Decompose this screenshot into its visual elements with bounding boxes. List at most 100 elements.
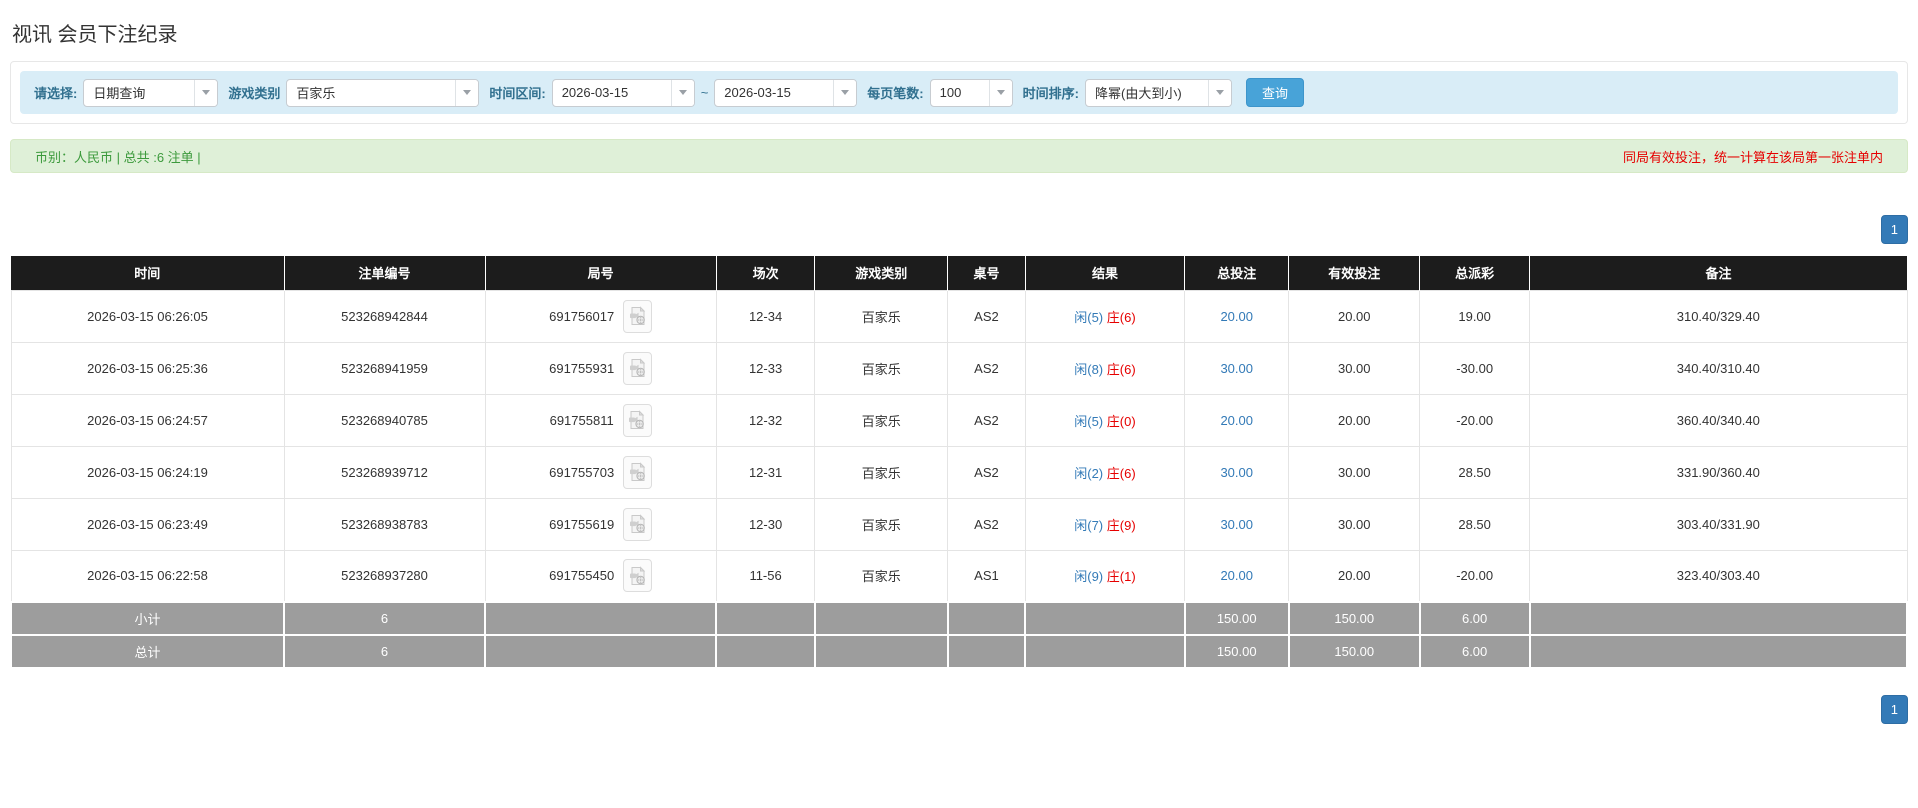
result-banker: 庄(0) xyxy=(1106,413,1136,429)
cell-table-id: AS1 xyxy=(947,549,1026,603)
header-round-id: 局号 xyxy=(485,256,717,290)
subtotal-payout: 6.00 xyxy=(1418,601,1531,636)
time-sort-select[interactable]: 降幂(由大到小) xyxy=(1084,78,1232,107)
total-label: 总计 xyxy=(9,634,286,669)
video-replay-button[interactable] xyxy=(623,507,653,541)
cell-result: 闲(9) 庄(1) xyxy=(1024,549,1186,603)
cell-total-bet: 20.00 xyxy=(1184,393,1290,447)
cell-game-type: 百家乐 xyxy=(814,549,949,603)
cell-payout: 28.50 xyxy=(1419,497,1531,551)
query-type-label: 请选择: xyxy=(34,86,78,101)
cell-session: 12-34 xyxy=(715,289,816,343)
cell-valid-bet: 20.00 xyxy=(1288,393,1421,447)
cell-result: 闲(7) 庄(9) xyxy=(1024,497,1186,551)
result-player: 闲(2) xyxy=(1074,465,1104,481)
cell-bet-id: 523268942844 xyxy=(283,289,486,343)
cell-round-id: 691755703 xyxy=(484,445,717,499)
total-row: 总计 6 150.00 150.00 6.00 xyxy=(9,634,1909,669)
table-header-row: 时间 注单编号 局号 场次 游戏类别 桌号 结果 总投注 有效投注 总派彩 备注 xyxy=(11,256,1907,290)
result-player: 闲(7) xyxy=(1074,517,1104,533)
per-page-select[interactable]: 100 xyxy=(929,78,1013,107)
page-title: 视讯 会员下注纪录 xyxy=(12,24,178,46)
total-payout: 6.00 xyxy=(1418,634,1531,669)
date-to-select[interactable]: 2026-03-15 xyxy=(714,78,858,107)
subtotal-valid-bet: 150.00 xyxy=(1287,601,1421,636)
result-player: 闲(8) xyxy=(1074,361,1104,377)
currency-total-text: 币别：人民币 | 总共 :6 注单 | xyxy=(35,149,201,165)
total-bet-link[interactable]: 20.00 xyxy=(1220,568,1253,583)
film-icon xyxy=(629,410,645,429)
result-player: 闲(5) xyxy=(1074,309,1104,325)
cell-valid-bet: 30.00 xyxy=(1288,497,1421,551)
summary-bar: 币别：人民币 | 总共 :6 注单 | 同局有效投注，统一计算在该局第一张注单内 xyxy=(10,139,1908,173)
result-player: 闲(5) xyxy=(1074,413,1104,429)
game-type-select[interactable]: 百家乐 xyxy=(286,78,480,107)
date-from-dropdown-button[interactable] xyxy=(670,79,694,106)
cell-round-id: 691755619 xyxy=(484,497,717,551)
pagination-top: 1 xyxy=(10,215,1908,244)
game-type-label: 游戏类别 xyxy=(228,86,281,101)
total-bet-link[interactable]: 30.00 xyxy=(1220,361,1253,376)
game-type-value: 百家乐 xyxy=(296,86,336,101)
total-bet-link[interactable]: 30.00 xyxy=(1220,465,1253,480)
date-from-value: 2026-03-15 xyxy=(561,85,629,100)
time-sort-dropdown-button[interactable] xyxy=(1207,79,1231,106)
date-to-value: 2026-03-15 xyxy=(724,85,791,100)
video-replay-button[interactable] xyxy=(623,351,653,385)
total-count: 6 xyxy=(283,634,486,669)
cell-session: 11-56 xyxy=(715,549,816,603)
page-1-button[interactable]: 1 xyxy=(1880,695,1908,724)
round-id-text: 691755619 xyxy=(549,516,615,532)
header-remark: 备注 xyxy=(1529,256,1907,290)
cell-session: 12-32 xyxy=(715,393,816,447)
page-1-button[interactable]: 1 xyxy=(1880,215,1908,244)
video-replay-button[interactable] xyxy=(623,455,653,489)
search-button[interactable]: 查询 xyxy=(1245,78,1304,107)
header-game-type: 游戏类别 xyxy=(814,256,949,290)
cell-valid-bet: 30.00 xyxy=(1288,341,1421,395)
film-icon xyxy=(629,358,645,377)
cell-payout: -30.00 xyxy=(1419,341,1531,395)
date-to-dropdown-button[interactable] xyxy=(833,79,857,106)
total-bet-link[interactable]: 20.00 xyxy=(1220,413,1253,428)
cell-result: 闲(5) 庄(0) xyxy=(1024,393,1186,447)
time-sort-value: 降幂(由大到小) xyxy=(1094,86,1182,101)
per-page-label: 每页笔数: xyxy=(867,86,924,101)
result-banker: 庄(1) xyxy=(1106,569,1136,585)
cell-remark: 310.40/329.40 xyxy=(1529,289,1908,343)
cell-time: 2026-03-15 06:25:36 xyxy=(10,341,285,395)
cell-result: 闲(5) 庄(6) xyxy=(1024,289,1186,343)
total-valid-bet: 150.00 xyxy=(1287,634,1421,669)
date-from-select[interactable]: 2026-03-15 xyxy=(551,78,695,107)
chevron-down-icon xyxy=(841,90,850,95)
time-sort-label: 时间排序: xyxy=(1022,86,1079,101)
table-row: 2026-03-15 06:26:05 523268942844 6917560… xyxy=(10,289,1908,343)
cell-time: 2026-03-15 06:22:58 xyxy=(10,549,285,603)
cell-table-id: AS2 xyxy=(947,341,1026,395)
cell-session: 12-30 xyxy=(715,497,816,551)
video-replay-button[interactable] xyxy=(623,299,653,333)
cell-valid-bet: 20.00 xyxy=(1288,289,1421,343)
page: 视讯 会员下注纪录 请选择: 日期查询 游戏类别 百家乐 时间区间: 2026-… xyxy=(0,0,1918,744)
result-player: 闲(9) xyxy=(1074,569,1104,585)
query-type-value: 日期查询 xyxy=(93,86,146,101)
per-page-dropdown-button[interactable] xyxy=(988,79,1012,106)
film-icon xyxy=(629,462,645,481)
film-icon xyxy=(629,514,645,533)
total-total-bet: 150.00 xyxy=(1183,634,1290,669)
query-type-select[interactable]: 日期查询 xyxy=(83,78,219,107)
total-bet-link[interactable]: 20.00 xyxy=(1220,309,1253,324)
cell-bet-id: 523268937280 xyxy=(283,549,486,603)
cell-bet-id: 523268940785 xyxy=(283,393,486,447)
header-bet-id: 注单编号 xyxy=(284,256,486,290)
video-replay-button[interactable] xyxy=(622,403,652,437)
cell-total-bet: 30.00 xyxy=(1184,497,1290,551)
records-table: 时间 注单编号 局号 场次 游戏类别 桌号 结果 总投注 有效投注 总派彩 备注… xyxy=(9,256,1909,669)
cell-remark: 303.40/331.90 xyxy=(1529,497,1908,551)
total-bet-link[interactable]: 30.00 xyxy=(1220,517,1253,532)
query-type-dropdown-button[interactable] xyxy=(194,79,218,106)
game-type-dropdown-button[interactable] xyxy=(455,79,479,106)
cell-valid-bet: 20.00 xyxy=(1288,549,1421,603)
cell-result: 闲(2) 庄(6) xyxy=(1024,445,1186,499)
video-replay-button[interactable] xyxy=(623,559,653,593)
